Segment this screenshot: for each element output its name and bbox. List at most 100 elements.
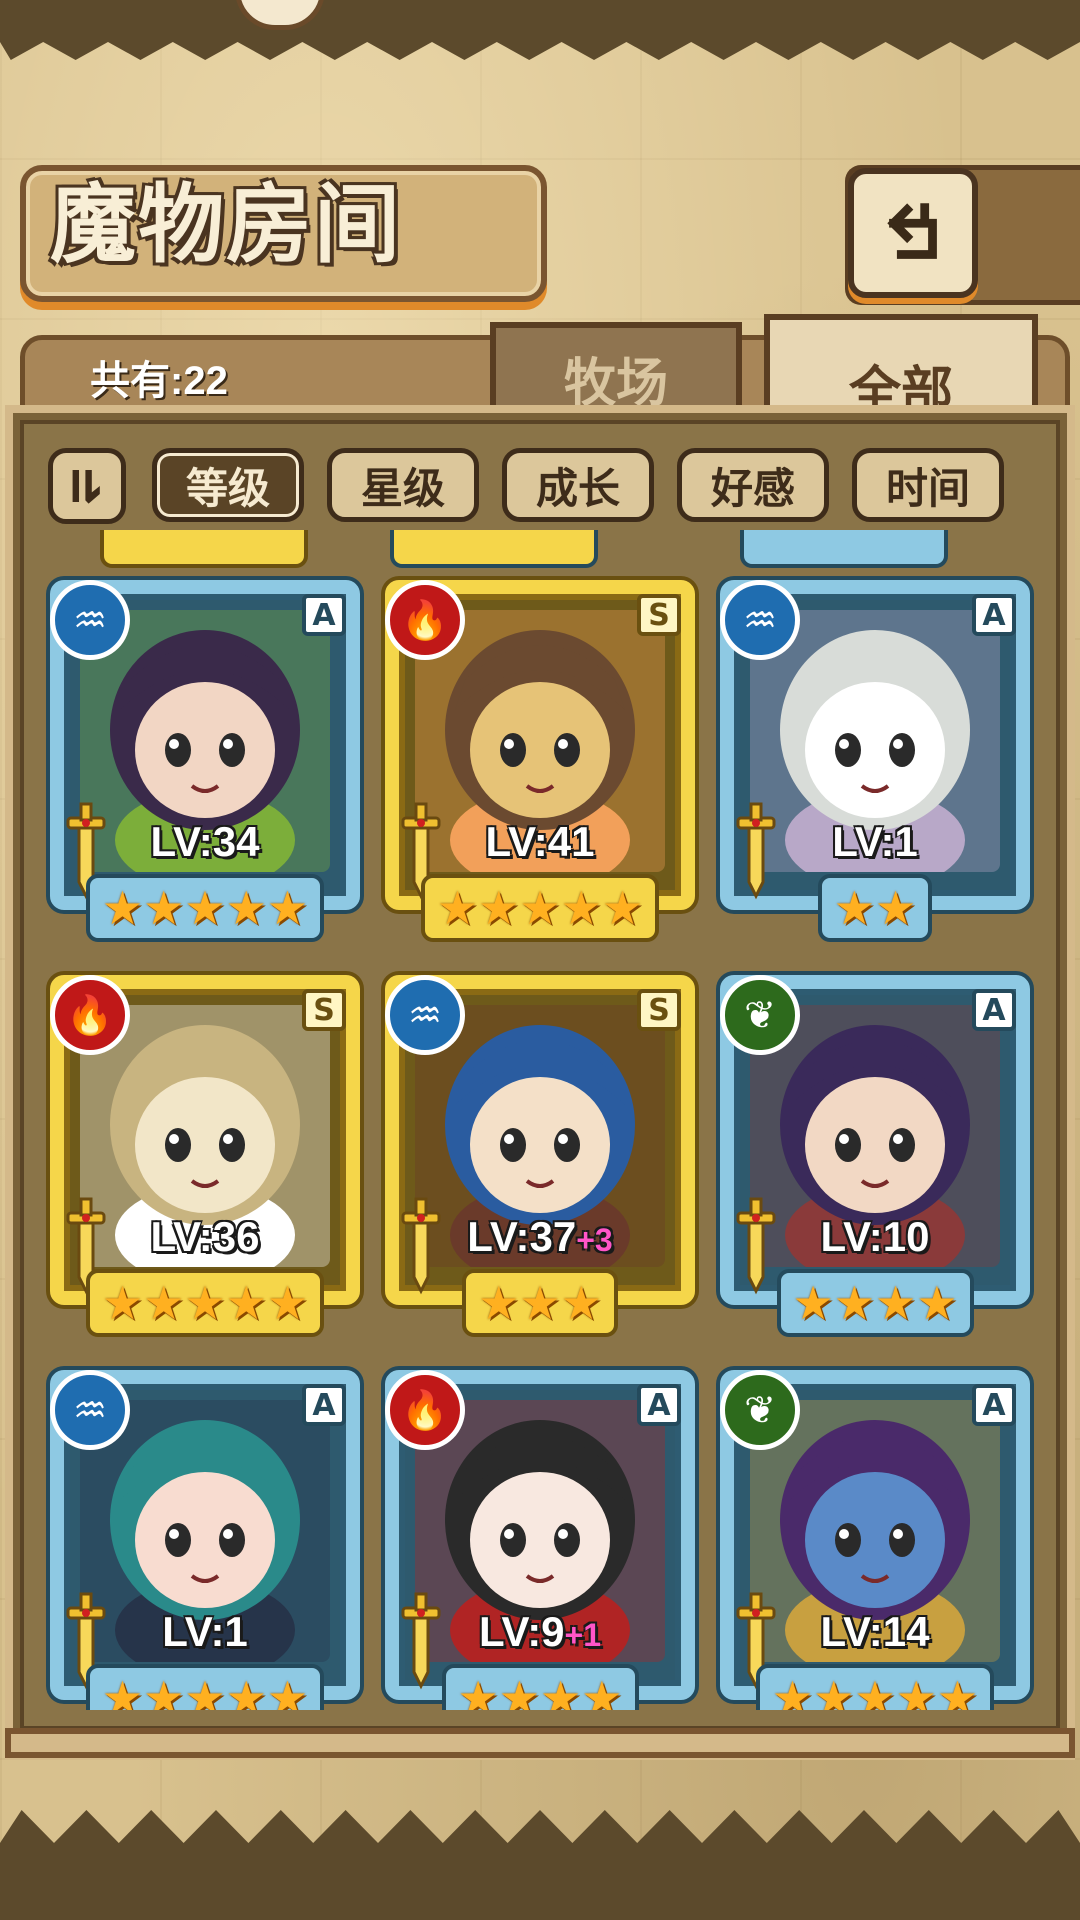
star-icon: ★ <box>498 1671 540 1710</box>
star-icon: ★ <box>225 881 267 935</box>
star-icon: ★ <box>478 881 520 935</box>
star-icon: ★ <box>519 881 561 935</box>
level-label: LV:36 <box>100 1213 310 1261</box>
star-icon: ★ <box>560 881 602 935</box>
star-icon: ★ <box>560 1276 602 1330</box>
star-icon: ★ <box>936 1671 979 1710</box>
star-icon: ★ <box>101 1671 144 1710</box>
sort-by-time-button[interactable]: 时间 <box>852 448 1004 522</box>
monster-card[interactable]: ❦ A LV:10 ★ ★ ★ ★ <box>720 975 1030 1345</box>
sort-by-level-button[interactable]: 等级 <box>152 448 304 522</box>
star-icon: ★ <box>519 1276 561 1330</box>
monster-card[interactable]: 🔥 S LV:41 ★ ★ ★ ★ ★ <box>385 580 695 950</box>
star-icon: ★ <box>266 881 309 935</box>
sort-by-affection-button[interactable]: 好感 <box>677 448 829 522</box>
star-icon: ★ <box>184 1276 226 1330</box>
water-element-icon: ♒ <box>50 580 130 660</box>
rank-badge: S <box>637 594 681 636</box>
star-icon: ★ <box>143 1671 185 1710</box>
page-title: 魔物房间 <box>50 174 402 275</box>
bottom-border <box>0 1810 1080 1920</box>
wood-element-icon: ❦ <box>720 975 800 1055</box>
star-rating: ★ ★ ★ ★ ★ <box>385 874 695 942</box>
star-icon: ★ <box>184 881 226 935</box>
star-icon: ★ <box>478 1276 520 1330</box>
sort-order-icon <box>72 470 100 504</box>
star-icon: ★ <box>225 1276 267 1330</box>
star-rating: ★ ★ ★ ★ ★ <box>50 1269 360 1337</box>
level-label: LV:37+3 <box>435 1213 645 1261</box>
star-icon: ★ <box>771 1671 814 1710</box>
star-rating: ★ ★ ★ <box>385 1269 695 1337</box>
star-icon: ★ <box>143 881 185 935</box>
wood-element-icon: ❦ <box>720 1370 800 1450</box>
star-icon: ★ <box>225 1671 267 1710</box>
back-button[interactable] <box>848 168 978 298</box>
fire-element-icon: 🔥 <box>385 1370 465 1450</box>
partial-card <box>100 530 308 568</box>
back-arrow-icon <box>887 203 937 259</box>
monster-card[interactable]: 🔥 A LV:9+1 ★ ★ ★ ★ <box>385 1370 695 1710</box>
partial-card <box>740 530 948 568</box>
star-icon: ★ <box>143 1276 185 1330</box>
star-rating: ★ ★ ★ ★ ★ <box>50 874 360 942</box>
level-label: LV:1 <box>100 1608 310 1656</box>
panel-bottom-rail <box>5 1728 1075 1758</box>
monster-card[interactable]: ♒ S LV:37+3 ★ ★ ★ <box>385 975 695 1345</box>
star-icon: ★ <box>601 881 644 935</box>
level-label: LV:34 <box>100 818 310 866</box>
water-element-icon: ♒ <box>385 975 465 1055</box>
sort-order-toggle[interactable] <box>48 448 126 524</box>
rank-badge: A <box>972 594 1016 636</box>
star-rating: ★ ★ ★ ★ ★ <box>50 1664 360 1710</box>
rank-badge: S <box>302 989 346 1031</box>
star-icon: ★ <box>875 881 917 935</box>
monster-card[interactable]: ❦ A LV:14 ★ ★ ★ ★ ★ <box>720 1370 1030 1710</box>
sort-by-growth-button[interactable]: 成长 <box>502 448 654 522</box>
star-icon: ★ <box>266 1671 309 1710</box>
rank-badge: A <box>972 1384 1016 1426</box>
star-icon: ★ <box>813 1671 855 1710</box>
star-icon: ★ <box>266 1276 309 1330</box>
level-value: LV:10 <box>820 1213 930 1260</box>
star-icon: ★ <box>854 1671 896 1710</box>
monster-count: 共有:22 <box>90 359 228 403</box>
water-element-icon: ♒ <box>50 1370 130 1450</box>
fire-element-icon: 🔥 <box>50 975 130 1055</box>
star-rating: ★ ★ <box>720 874 1030 942</box>
star-icon: ★ <box>833 881 875 935</box>
star-rating: ★ ★ ★ ★ ★ <box>720 1664 1030 1710</box>
star-icon: ★ <box>895 1671 937 1710</box>
level-label: LV:10 <box>770 1213 980 1261</box>
star-icon: ★ <box>540 1671 582 1710</box>
monster-card[interactable]: ♒ A LV:1 ★ ★ <box>720 580 1030 950</box>
level-value: LV:41 <box>485 818 595 865</box>
level-bonus: +3 <box>576 1222 613 1258</box>
monster-card[interactable]: 🔥 S LV:36 ★ ★ ★ ★ ★ <box>50 975 360 1345</box>
monster-card[interactable]: ♒ A LV:34 ★ ★ ★ ★ ★ <box>50 580 360 950</box>
level-value: LV:34 <box>150 818 260 865</box>
star-icon: ★ <box>792 1276 834 1330</box>
star-icon: ★ <box>457 1671 499 1710</box>
star-icon: ★ <box>184 1671 226 1710</box>
water-element-icon: ♒ <box>720 580 800 660</box>
star-rating: ★ ★ ★ ★ <box>385 1664 695 1710</box>
partial-card <box>390 530 598 568</box>
level-value: LV:36 <box>150 1213 260 1260</box>
monster-card[interactable]: ♒ A LV:1 ★ ★ ★ ★ ★ <box>50 1370 360 1710</box>
rank-badge: A <box>972 989 1016 1031</box>
sort-bar: 等级 星级 成长 好感 时间 <box>48 448 1048 524</box>
level-value: LV:9 <box>478 1608 565 1655</box>
star-icon: ★ <box>875 1276 917 1330</box>
star-icon: ★ <box>581 1671 623 1710</box>
sort-by-stars-button[interactable]: 星级 <box>327 448 479 522</box>
star-icon: ★ <box>436 881 479 935</box>
rank-badge: S <box>637 989 681 1031</box>
level-value: LV:1 <box>162 1608 248 1655</box>
star-rating: ★ ★ ★ ★ <box>720 1269 1030 1337</box>
star-icon: ★ <box>833 1276 875 1330</box>
rank-badge: A <box>302 1384 346 1426</box>
level-label: LV:9+1 <box>435 1608 645 1656</box>
level-label: LV:41 <box>435 818 645 866</box>
level-label: LV:1 <box>770 818 980 866</box>
